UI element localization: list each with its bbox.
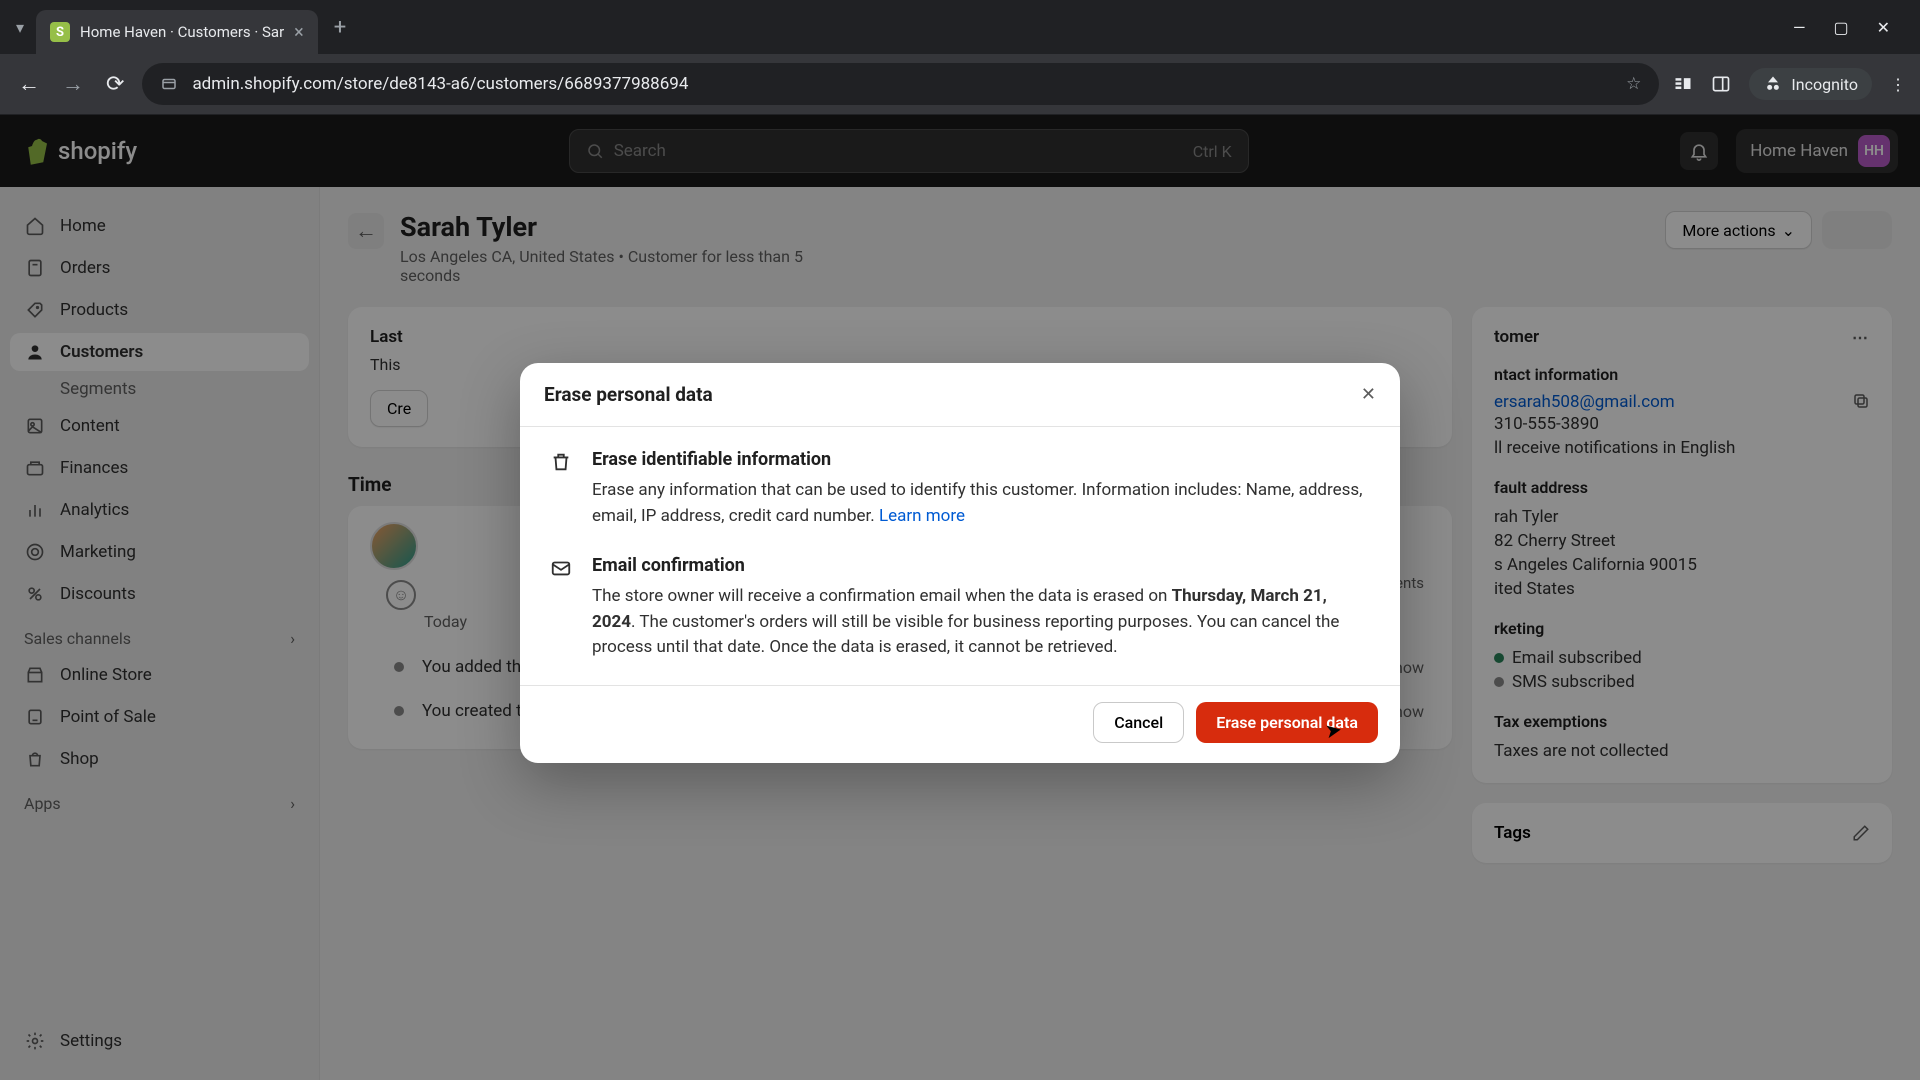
url-text: admin.shopify.com/store/de8143-a6/custom… [192,74,688,94]
section-text: The store owner will receive a confirmat… [592,584,1372,661]
side-panel-icon[interactable] [1711,74,1731,94]
incognito-label: Incognito [1791,75,1858,94]
envelope-icon [548,555,574,581]
modal-title: Erase personal data [544,383,713,406]
section-text: Erase any information that can be used t… [592,478,1372,529]
extensions-icon[interactable] [1673,74,1693,94]
close-window-icon[interactable]: ✕ [1877,18,1890,37]
section-title: Email confirmation [592,555,1372,576]
window-controls: — ▢ ✕ [1793,18,1910,37]
address-bar: ← → ⟳ admin.shopify.com/store/de8143-a6/… [0,54,1920,114]
browser-menu-icon[interactable]: ⋮ [1890,75,1906,94]
modal-overlay[interactable]: Erase personal data ✕ Erase identifiable… [0,115,1920,1080]
close-tab-icon[interactable]: × [294,22,304,43]
browser-chrome: ▾ S Home Haven · Customers · Sar × + — ▢… [0,0,1920,115]
erase-data-modal: Erase personal data ✕ Erase identifiable… [520,363,1400,763]
new-tab-icon[interactable]: + [324,15,356,40]
bookmark-icon[interactable]: ☆ [1626,74,1641,94]
section-title: Erase identifiable information [592,449,1372,470]
close-icon[interactable]: ✕ [1361,384,1376,405]
url-input[interactable]: admin.shopify.com/store/de8143-a6/custom… [142,63,1659,105]
learn-more-link[interactable]: Learn more [879,506,965,526]
tab-title: Home Haven · Customers · Sar [80,23,284,41]
incognito-chip[interactable]: Incognito [1749,68,1872,100]
minimize-icon[interactable]: — [1793,18,1806,37]
tab-list-dropdown-icon[interactable]: ▾ [10,12,30,43]
tab-bar: ▾ S Home Haven · Customers · Sar × + — ▢… [0,0,1920,54]
browser-tab[interactable]: S Home Haven · Customers · Sar × [36,10,318,54]
reload-icon[interactable]: ⟳ [102,68,128,101]
maximize-icon[interactable]: ▢ [1833,18,1848,37]
incognito-icon [1763,74,1783,94]
trash-icon [548,449,574,475]
confirm-erase-button[interactable]: Erase personal data [1196,702,1378,743]
site-info-icon[interactable] [160,75,178,93]
forward-icon[interactable]: → [58,67,88,101]
shopify-favicon-icon: S [50,22,70,42]
back-icon[interactable]: ← [14,67,44,101]
cancel-button[interactable]: Cancel [1093,702,1184,743]
